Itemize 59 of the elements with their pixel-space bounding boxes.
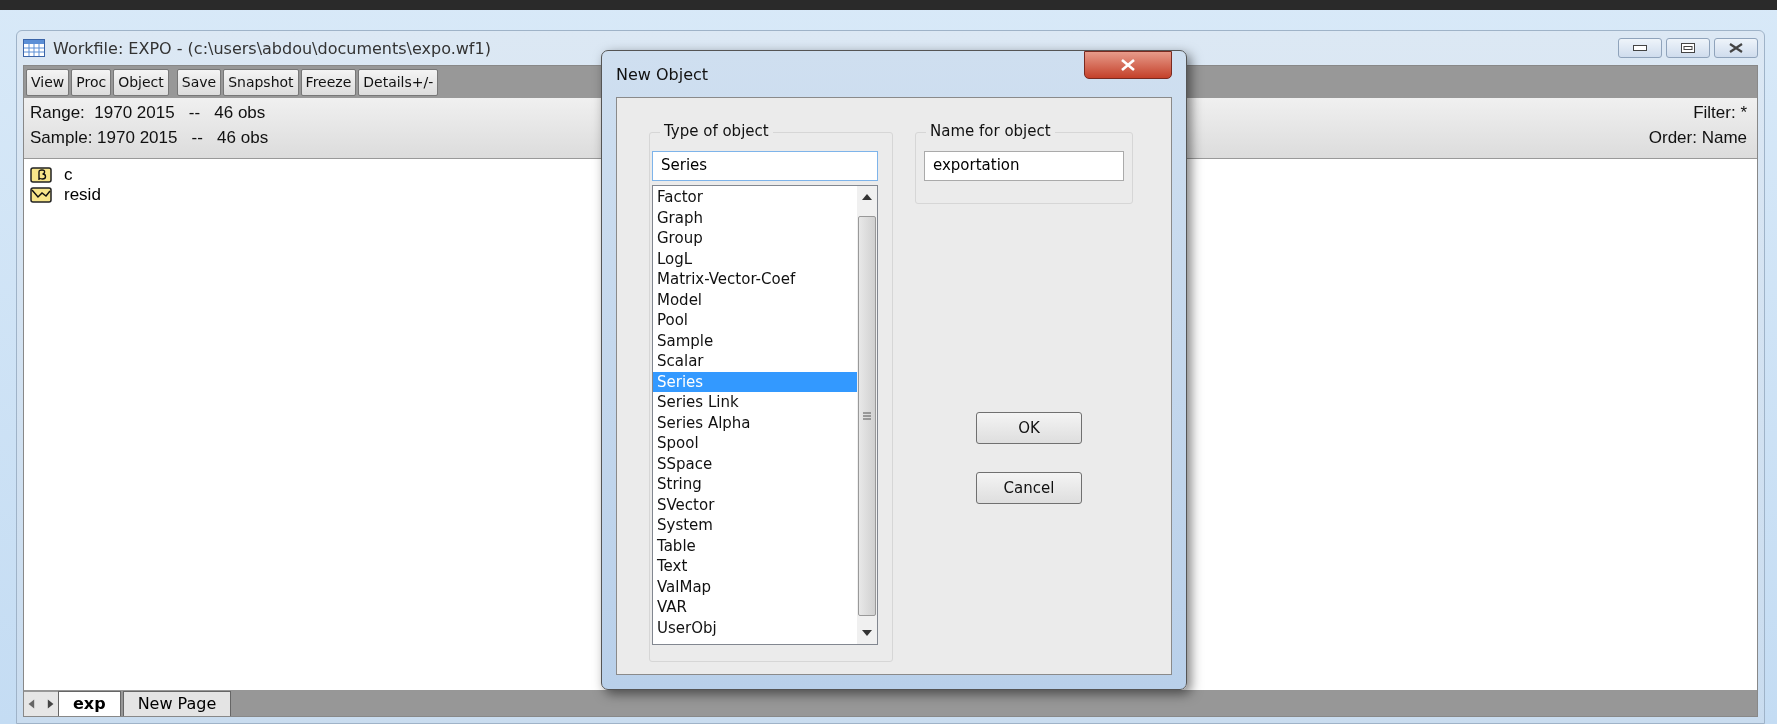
window-title: Workfile: EXPO - (c:\users\abdou\documents\expo.wf1) bbox=[53, 38, 491, 58]
toolbar-button[interactable]: Proc bbox=[71, 68, 112, 96]
toolbar-button[interactable]: View bbox=[26, 68, 70, 96]
list-item[interactable]: Sample bbox=[653, 330, 857, 351]
list-item[interactable]: Factor bbox=[653, 187, 857, 208]
sheet-tab[interactable]: New Page bbox=[122, 691, 232, 716]
list-setting: Filter: * bbox=[1693, 102, 1747, 124]
list-item[interactable]: LogL bbox=[653, 248, 857, 269]
maximize-button[interactable] bbox=[1666, 38, 1710, 58]
toolbar-button[interactable]: Freeze bbox=[300, 68, 357, 96]
up-arrow-icon[interactable] bbox=[862, 194, 872, 200]
sheet-tab[interactable]: exp bbox=[58, 691, 121, 716]
list-setting: Order: Name bbox=[1648, 127, 1747, 149]
list-item[interactable]: Series Alpha bbox=[653, 412, 857, 433]
close-button[interactable] bbox=[1084, 51, 1172, 79]
list-item[interactable]: Spool bbox=[653, 433, 857, 454]
list-item[interactable]: Scalar bbox=[653, 351, 857, 372]
list-item[interactable]: Table bbox=[653, 535, 857, 556]
list-item[interactable]: Series Link bbox=[653, 392, 857, 413]
type-field[interactable]: Series bbox=[652, 151, 878, 181]
dialog-button[interactable]: OK bbox=[976, 412, 1082, 444]
toolbar-button[interactable]: Object bbox=[113, 68, 169, 96]
maximize-icon[interactable] bbox=[1681, 43, 1695, 53]
sample-info: Range: 1970 2015 -- 46 obs bbox=[30, 102, 267, 124]
toolbar-button[interactable]: Snapshot bbox=[223, 68, 299, 96]
sample-info: Sample: 1970 2015 -- 46 obs bbox=[30, 127, 269, 149]
scrollbar[interactable] bbox=[857, 186, 877, 644]
list-item[interactable]: System bbox=[653, 515, 857, 536]
beta-icon bbox=[30, 167, 52, 183]
object-name[interactable]: c bbox=[64, 165, 73, 185]
list-item[interactable]: Graph bbox=[653, 207, 857, 228]
list-item[interactable]: UserObj bbox=[653, 617, 857, 638]
toolbar-button[interactable]: Save bbox=[176, 68, 222, 96]
minimize-button[interactable] bbox=[1618, 38, 1662, 58]
toolbar-button[interactable]: Details+/- bbox=[358, 68, 439, 96]
dialog-button[interactable]: Cancel bbox=[976, 472, 1082, 504]
close-icon[interactable] bbox=[1728, 43, 1744, 53]
table-icon bbox=[23, 39, 45, 57]
list-item[interactable]: SVector bbox=[653, 494, 857, 515]
list-item[interactable]: ValMap bbox=[653, 576, 857, 597]
list-item[interactable]: Group bbox=[653, 228, 857, 249]
list-item[interactable]: VAR bbox=[653, 597, 857, 618]
scroll-arrows-icon[interactable] bbox=[24, 692, 58, 716]
list-item[interactable]: Matrix-Vector-Coef bbox=[653, 269, 857, 290]
list-item[interactable]: Text bbox=[653, 556, 857, 577]
list-item[interactable]: String bbox=[653, 474, 857, 495]
down-arrow-icon[interactable] bbox=[862, 630, 872, 636]
series-icon bbox=[30, 187, 52, 203]
list-item[interactable]: Pool bbox=[653, 310, 857, 331]
list-item[interactable]: SSpace bbox=[653, 453, 857, 474]
minimize-icon[interactable] bbox=[1633, 45, 1647, 51]
name-field[interactable]: exportation bbox=[924, 151, 1124, 181]
scroll-thumb[interactable] bbox=[858, 216, 876, 616]
group-label: Name for object bbox=[926, 122, 1055, 140]
dialog-title: New Object bbox=[616, 64, 709, 84]
object-name[interactable]: resid bbox=[64, 185, 101, 205]
group-label: Type of object bbox=[660, 122, 773, 140]
list-item[interactable]: Model bbox=[653, 289, 857, 310]
close-button[interactable] bbox=[1714, 38, 1758, 58]
